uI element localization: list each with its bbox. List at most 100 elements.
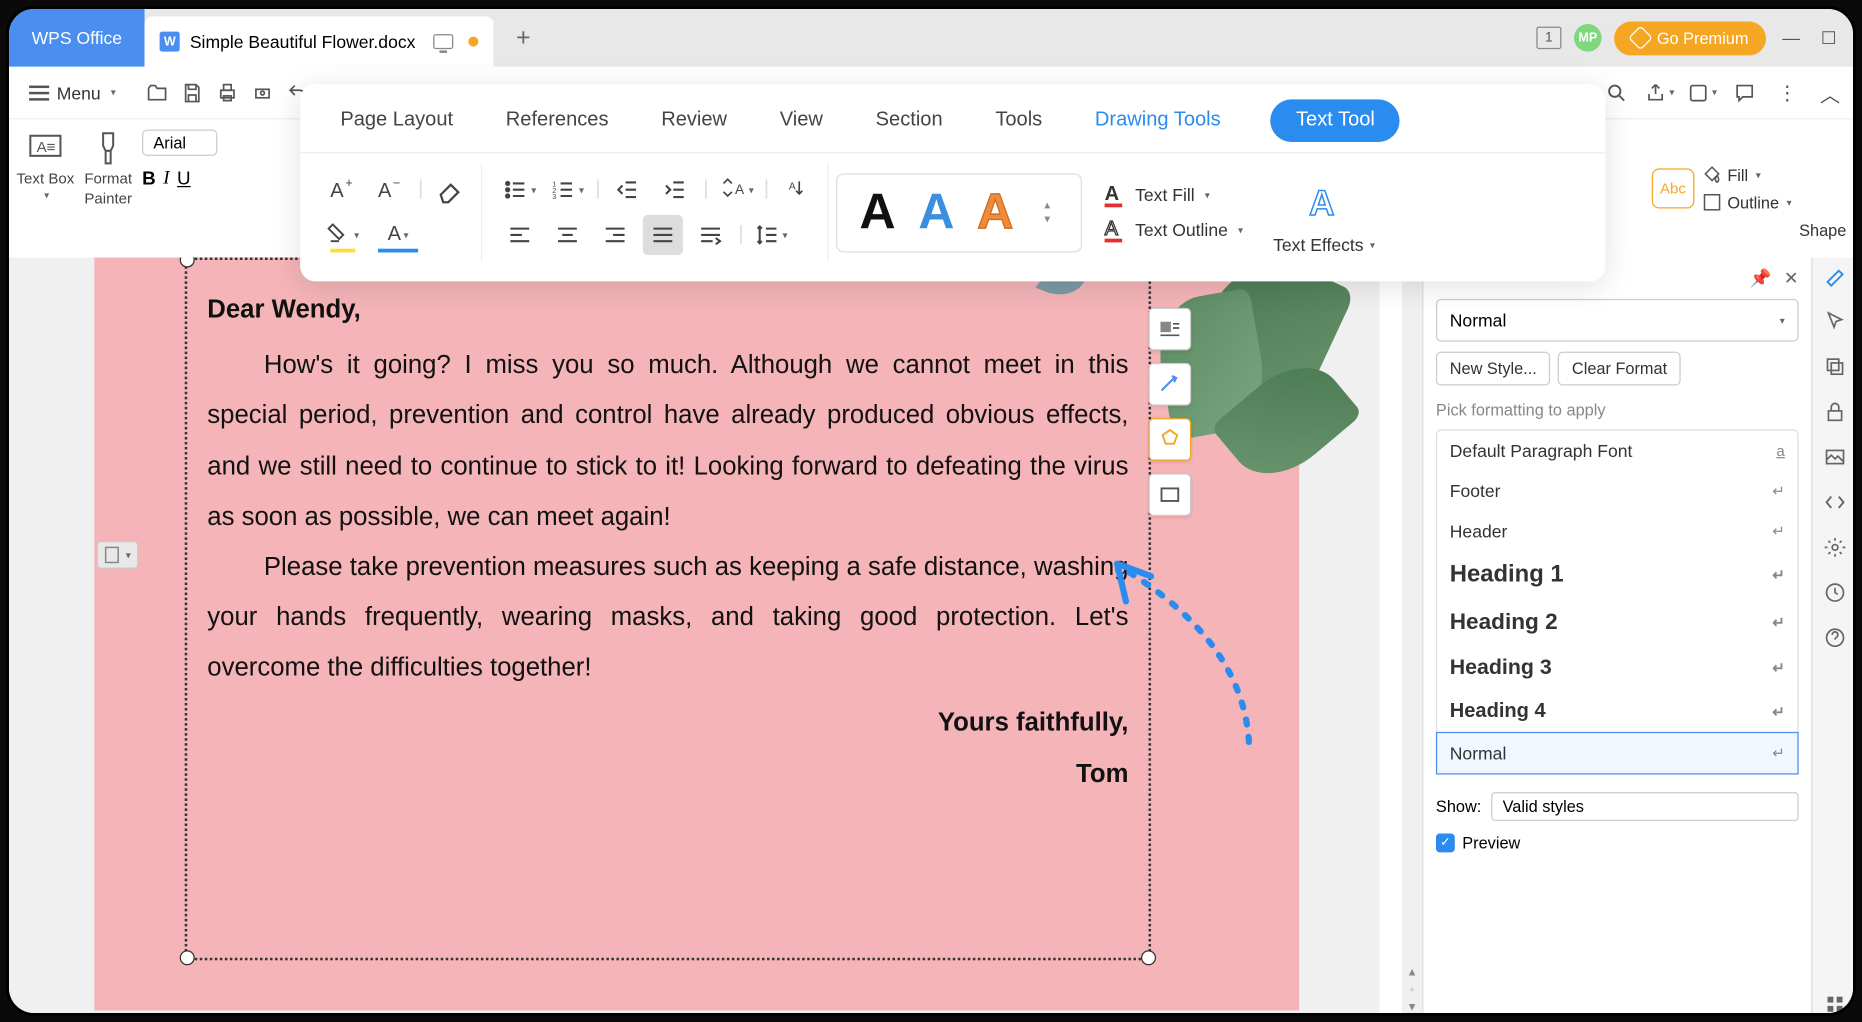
scroll-down-button[interactable]: ▼ xyxy=(1406,1000,1417,1013)
tab-drawing-tools[interactable]: Drawing Tools xyxy=(1092,104,1223,137)
document-tab[interactable]: W Simple Beautiful Flower.docx xyxy=(145,17,494,67)
wrap-square-button[interactable] xyxy=(1149,363,1192,406)
eraser-button[interactable] xyxy=(431,170,471,210)
resize-handle-br[interactable] xyxy=(1141,950,1156,965)
tab-page-layout[interactable]: Page Layout xyxy=(338,104,456,137)
align-left-button[interactable] xyxy=(500,215,540,255)
text-content[interactable]: Dear Wendy, How's it going? I miss you s… xyxy=(187,260,1148,824)
preview-checkbox[interactable]: ✓ xyxy=(1436,834,1455,853)
font-color-button[interactable]: A▾ xyxy=(370,215,425,255)
more-button[interactable]: ▾ xyxy=(1686,76,1719,109)
bullet-list-button[interactable]: ▾ xyxy=(500,170,540,210)
print-preview-button[interactable] xyxy=(246,76,279,109)
tab-review[interactable]: Review xyxy=(659,104,730,137)
new-style-button[interactable]: New Style... xyxy=(1436,352,1551,386)
main-menu-button[interactable]: Menu ▾ xyxy=(19,77,126,107)
save-button[interactable] xyxy=(176,76,209,109)
line-spacing-button[interactable]: ▾ xyxy=(751,215,791,255)
sidebar-apps-icon[interactable] xyxy=(1821,990,1849,1016)
clear-format-button[interactable]: Clear Format xyxy=(1558,352,1681,386)
new-tab-button[interactable]: + xyxy=(503,18,543,58)
wrap-through-button[interactable] xyxy=(1149,418,1192,461)
preset-orange[interactable]: A xyxy=(977,184,1013,240)
text-fill-button[interactable]: A Text Fill▾ xyxy=(1102,180,1243,210)
window-count-badge[interactable]: 1 xyxy=(1536,27,1561,50)
character-scale-button[interactable]: A▾ xyxy=(716,170,756,210)
overflow-button[interactable]: ⋮ xyxy=(1771,76,1804,109)
wrap-behind-button[interactable] xyxy=(1149,473,1192,516)
tab-references[interactable]: References xyxy=(503,104,611,137)
text-direction-button[interactable]: A xyxy=(777,170,817,210)
show-styles-selector[interactable]: Valid styles xyxy=(1491,792,1798,821)
sidebar-format-icon[interactable] xyxy=(1821,263,1849,291)
style-header[interactable]: Header↵ xyxy=(1437,511,1797,551)
style-normal[interactable]: Normal↵ xyxy=(1436,732,1799,775)
style-heading-4[interactable]: Heading 4↵ xyxy=(1437,690,1797,733)
print-button[interactable] xyxy=(211,76,244,109)
italic-button[interactable]: I xyxy=(163,168,169,189)
style-default-paragraph-font[interactable]: Default Paragraph Fonta xyxy=(1437,431,1797,471)
vertical-scrollbar[interactable]: ▲ ◦ ▼ xyxy=(1402,257,1422,1016)
format-painter-button[interactable]: Format Painter xyxy=(84,129,132,207)
tab-section[interactable]: Section xyxy=(873,104,945,137)
app-tab[interactable]: WPS Office xyxy=(9,9,145,67)
bold-button[interactable]: B xyxy=(142,168,156,189)
shape-style-preview[interactable]: Abc xyxy=(1651,168,1695,208)
sidebar-duplicate-icon[interactable] xyxy=(1821,353,1849,381)
sidebar-settings-icon[interactable] xyxy=(1821,534,1849,562)
style-heading-2[interactable]: Heading 2↵ xyxy=(1437,599,1797,645)
align-right-button[interactable] xyxy=(595,215,635,255)
preset-more-button[interactable]: ▴▾ xyxy=(1036,199,1059,227)
decrease-indent-button[interactable] xyxy=(608,170,648,210)
menu-label: Menu xyxy=(57,82,101,102)
text-effects-button[interactable]: A Text Effects▾ xyxy=(1263,180,1385,245)
preset-solid[interactable]: A xyxy=(859,184,895,240)
align-justify-button[interactable] xyxy=(643,215,683,255)
sidebar-image-icon[interactable] xyxy=(1821,443,1849,471)
share-button[interactable]: ▾ xyxy=(1643,76,1676,109)
text-outline-button[interactable]: A Text Outline▾ xyxy=(1102,215,1243,245)
increase-indent-button[interactable] xyxy=(656,170,696,210)
close-panel-button[interactable]: ✕ xyxy=(1784,268,1799,289)
shrink-font-button[interactable]: A− xyxy=(370,170,410,210)
page-panel-toggle[interactable]: ▾ xyxy=(97,541,138,569)
presentation-mode-icon[interactable] xyxy=(433,34,453,49)
collapse-ribbon-button[interactable]: ︿ xyxy=(1814,76,1847,109)
wrap-inline-button[interactable] xyxy=(1149,308,1192,351)
sidebar-lock-icon[interactable] xyxy=(1821,398,1849,426)
sidebar-history-icon[interactable] xyxy=(1821,579,1849,607)
open-button[interactable] xyxy=(141,76,174,109)
current-style-selector[interactable]: Normal ▾ xyxy=(1436,299,1799,342)
shape-fill-button[interactable]: Fill▾ xyxy=(1702,165,1791,185)
shape-outline-button[interactable]: Outline▾ xyxy=(1702,192,1791,212)
sidebar-cursor-icon[interactable] xyxy=(1821,308,1849,336)
style-heading-1[interactable]: Heading 1↵ xyxy=(1437,551,1797,599)
preset-blue[interactable]: A xyxy=(918,184,954,240)
tab-text-tool[interactable]: Text Tool xyxy=(1271,99,1400,142)
style-heading-3[interactable]: Heading 3↵ xyxy=(1437,645,1797,690)
maximize-button[interactable]: ☐ xyxy=(1816,25,1841,50)
user-avatar[interactable]: MP xyxy=(1574,24,1602,52)
text-box-button[interactable]: A≡ Text Box▾ xyxy=(17,129,75,201)
tab-view[interactable]: View xyxy=(777,104,825,137)
pin-panel-button[interactable]: 📌 xyxy=(1749,268,1771,289)
underline-button[interactable]: U xyxy=(177,168,191,189)
align-center-button[interactable] xyxy=(548,215,588,255)
sidebar-help-icon[interactable] xyxy=(1821,624,1849,652)
document-canvas[interactable]: Dear Wendy, How's it going? I miss you s… xyxy=(9,257,1379,1016)
resize-handle-bl[interactable] xyxy=(180,950,195,965)
grow-font-button[interactable]: A+ xyxy=(323,170,363,210)
go-premium-button[interactable]: Go Premium xyxy=(1614,21,1766,55)
scroll-marker-button[interactable]: ◦ xyxy=(1410,983,1414,996)
highlight-color-button[interactable]: ▾ xyxy=(323,215,363,255)
numbered-list-button[interactable]: 123▾ xyxy=(548,170,588,210)
font-selector[interactable]: Arial xyxy=(142,129,217,155)
comment-button[interactable] xyxy=(1728,76,1761,109)
align-distribute-button[interactable] xyxy=(691,215,731,255)
text-frame[interactable]: Dear Wendy, How's it going? I miss you s… xyxy=(185,257,1151,960)
tab-tools[interactable]: Tools xyxy=(993,104,1045,137)
scroll-up-button[interactable]: ▲ xyxy=(1406,965,1417,978)
style-footer[interactable]: Footer↵ xyxy=(1437,471,1797,511)
sidebar-code-icon[interactable] xyxy=(1821,488,1849,516)
minimize-button[interactable]: — xyxy=(1779,25,1804,50)
